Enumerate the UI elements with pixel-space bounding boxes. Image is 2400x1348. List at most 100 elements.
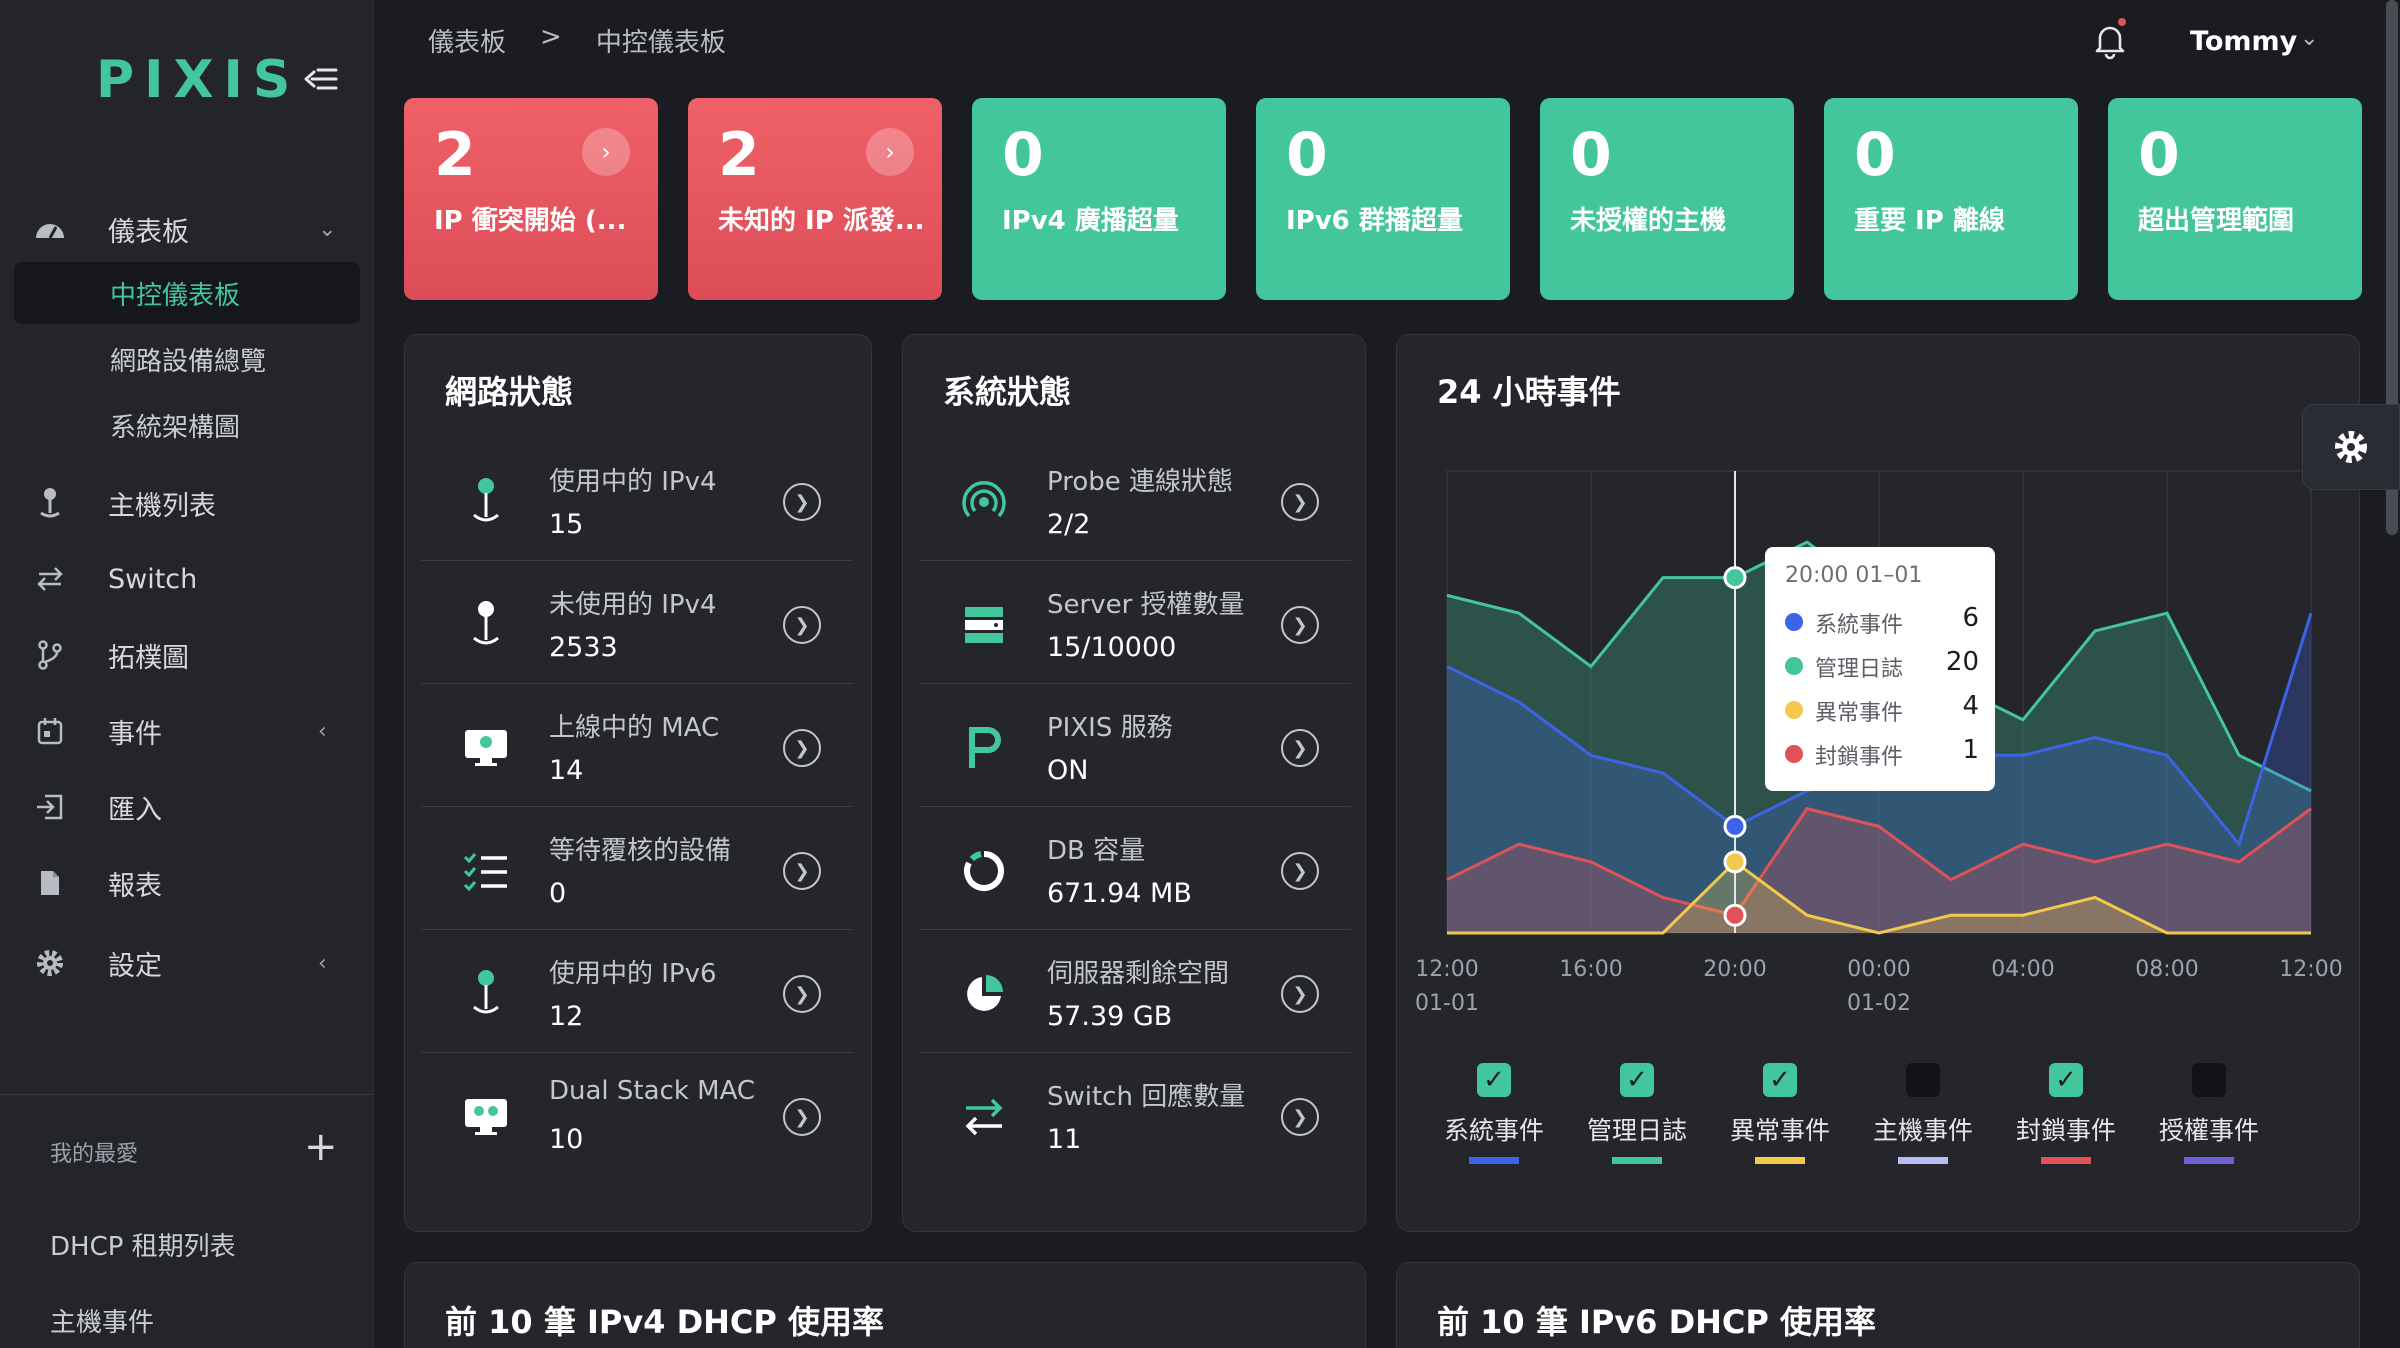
out-of-range-card[interactable]: 0 超出管理範圍 bbox=[2108, 98, 2362, 300]
legend-color-swatch bbox=[2184, 1157, 2234, 1164]
add-favorite-button[interactable]: + bbox=[304, 1124, 338, 1170]
legend-item[interactable]: ✓ 異常事件 bbox=[1715, 1063, 1845, 1173]
legend-checkbox[interactable]: ✓ bbox=[1620, 1063, 1654, 1097]
sidebar-item-hosts[interactable]: 主機列表 bbox=[0, 472, 374, 534]
gear-icon bbox=[34, 947, 66, 979]
chart-tooltip: 20:00 01–01 系統事件 6 管理日誌 20 異常事件 4 封鎖事件 1 bbox=[1765, 547, 1995, 791]
sidebar-subitem-central-dashboard[interactable]: 中控儀表板 bbox=[14, 262, 360, 324]
tooltip-row: 管理日誌 20 bbox=[1785, 647, 1985, 687]
row-label: Server 授權數量 bbox=[1047, 590, 1245, 620]
chevron-right-icon[interactable]: ❯ bbox=[1281, 852, 1319, 890]
chevron-right-icon[interactable]: ❯ bbox=[783, 1098, 821, 1136]
sidebar-item-settings[interactable]: 設定 ‹ bbox=[0, 932, 374, 994]
row-value: 2/2 bbox=[1047, 509, 1091, 540]
row-label: DB 容量 bbox=[1047, 836, 1146, 866]
legend-item[interactable]: ✓ 系統事件 bbox=[1429, 1063, 1559, 1173]
breadcrumb-dashboard[interactable]: 儀表板 bbox=[428, 22, 506, 59]
sidebar-item-events[interactable]: 事件 ‹ bbox=[0, 700, 374, 762]
ipv4-broadcast-card[interactable]: 0 IPv4 廣播超量 bbox=[972, 98, 1226, 300]
chevron-right-icon[interactable]: ❯ bbox=[783, 483, 821, 521]
unauthorized-host-card[interactable]: 0 未授權的主機 bbox=[1540, 98, 1794, 300]
x-tick-date: 01-01 bbox=[1415, 991, 1479, 1016]
system-status-row: Server 授權數量 15/10000 ❯ bbox=[919, 562, 1351, 684]
user-menu[interactable]: Tommy bbox=[2190, 26, 2297, 57]
sidebar-collapse-button[interactable] bbox=[296, 54, 346, 104]
stat-label: IPv6 群播超量 bbox=[1286, 206, 1463, 236]
x-tick-label: 16:00 bbox=[1559, 957, 1622, 982]
network-status-row: 未使用的 IPv4 2533 ❯ bbox=[421, 562, 853, 684]
row-label: Switch 回應數量 bbox=[1047, 1082, 1246, 1112]
hover-point bbox=[1723, 566, 1747, 590]
legend-label: 管理日誌 bbox=[1586, 1116, 1687, 1145]
chevron-right-icon[interactable]: ❯ bbox=[783, 852, 821, 890]
legend-label: 系統事件 bbox=[1443, 1116, 1544, 1145]
legend-checkbox[interactable] bbox=[1906, 1063, 1940, 1097]
legend-item[interactable]: 授權事件 bbox=[2144, 1063, 2274, 1173]
row-label: 使用中的 IPv6 bbox=[549, 959, 717, 989]
tooltip-row: 異常事件 4 bbox=[1785, 691, 1985, 731]
chevron-down-icon[interactable]: ⌄ bbox=[2300, 26, 2318, 51]
favorite-item-host-events[interactable]: 主機事件 bbox=[50, 1302, 154, 1339]
legend-checkbox[interactable]: ✓ bbox=[1477, 1063, 1511, 1097]
sidebar-subitem-network-overview[interactable]: 網路設備總覽 bbox=[14, 328, 360, 390]
legend-checkbox[interactable] bbox=[2192, 1063, 2226, 1097]
legend-checkbox[interactable]: ✓ bbox=[2049, 1063, 2083, 1097]
legend-color-swatch bbox=[1612, 1157, 1662, 1164]
stat-label: IP 衝突開始 (... bbox=[434, 206, 627, 236]
sidebar-item-dashboard[interactable]: 儀表板 ⌄ bbox=[0, 198, 374, 260]
pin-icon bbox=[34, 487, 66, 519]
stat-value: 2 bbox=[434, 120, 476, 190]
row-value: 2533 bbox=[549, 632, 618, 663]
sidebar-item-reports[interactable]: 報表 bbox=[0, 852, 374, 914]
stat-label: 重要 IP 離線 bbox=[1854, 206, 2005, 236]
chevron-right-icon[interactable]: › bbox=[582, 128, 630, 176]
bell-icon[interactable] bbox=[2090, 20, 2130, 60]
monitor-icon bbox=[461, 723, 511, 773]
chevron-down-icon: ⌄ bbox=[318, 216, 337, 242]
sidebar-subitem-architecture[interactable]: 系統架構圖 bbox=[14, 394, 360, 456]
x-tick-label: 00:00 bbox=[1847, 957, 1910, 982]
sidebar-item-topology[interactable]: 拓樸圖 bbox=[0, 624, 374, 686]
chevron-right-icon[interactable]: ❯ bbox=[1281, 606, 1319, 644]
settings-gear-button[interactable] bbox=[2302, 404, 2400, 490]
chevron-right-icon[interactable]: ❯ bbox=[1281, 975, 1319, 1013]
series-dot bbox=[1785, 613, 1803, 631]
chevron-right-icon[interactable]: ❯ bbox=[1281, 1098, 1319, 1136]
database-ring-icon bbox=[959, 846, 1009, 896]
row-value: 10 bbox=[549, 1124, 584, 1155]
chevron-right-icon[interactable]: ❯ bbox=[1281, 483, 1319, 521]
network-status-row: 使用中的 IPv6 12 ❯ bbox=[421, 931, 853, 1053]
breadcrumb-current: 中控儀表板 bbox=[595, 28, 726, 58]
panel-title: 網路狀態 bbox=[445, 373, 574, 411]
sidebar-item-import[interactable]: 匯入 bbox=[0, 776, 374, 838]
stat-label: IPv4 廣播超量 bbox=[1002, 206, 1179, 236]
important-ip-offline-card[interactable]: 0 重要 IP 離線 bbox=[1824, 98, 2078, 300]
legend-item[interactable]: ✓ 封鎖事件 bbox=[2001, 1063, 2131, 1173]
network-status-row: 使用中的 IPv4 15 ❯ bbox=[421, 439, 853, 561]
row-label: 上線中的 MAC bbox=[549, 713, 720, 743]
stat-value: 0 bbox=[1002, 120, 1044, 190]
sidebar-item-switch[interactable]: Switch bbox=[0, 548, 374, 610]
ip-conflict-card[interactable]: 2 IP 衝突開始 (... › bbox=[404, 98, 658, 300]
chevron-right-icon[interactable]: › bbox=[866, 128, 914, 176]
stat-value: 0 bbox=[1570, 120, 1612, 190]
chevron-right-icon[interactable]: ❯ bbox=[783, 975, 821, 1013]
x-tick-label: 04:00 bbox=[1991, 957, 2054, 982]
chevron-right-icon[interactable]: ❯ bbox=[783, 606, 821, 644]
chevron-right-icon[interactable]: ❯ bbox=[1281, 729, 1319, 767]
switch-arrows-icon bbox=[959, 1092, 1009, 1142]
legend-item[interactable]: 主機事件 bbox=[1858, 1063, 1988, 1173]
legend-color-swatch bbox=[1898, 1157, 1948, 1164]
row-value: ON bbox=[1047, 755, 1089, 786]
row-label: 等待覆核的設備 bbox=[549, 836, 732, 866]
row-value: 12 bbox=[549, 1001, 584, 1032]
system-status-row: DB 容量 671.94 MB ❯ bbox=[919, 808, 1351, 930]
legend-checkbox[interactable]: ✓ bbox=[1763, 1063, 1797, 1097]
breadcrumb: 儀表板 > 中控儀表板 bbox=[428, 22, 726, 59]
unknown-ip-dhcp-card[interactable]: 2 未知的 IP 派發... › bbox=[688, 98, 942, 300]
legend-item[interactable]: ✓ 管理日誌 bbox=[1572, 1063, 1702, 1173]
chevron-right-icon[interactable]: ❯ bbox=[783, 729, 821, 767]
favorite-item-dhcp-lease[interactable]: DHCP 租期列表 bbox=[50, 1226, 236, 1263]
ipv6-multicast-card[interactable]: 0 IPv6 群播超量 bbox=[1256, 98, 1510, 300]
stat-label: 未授權的主機 bbox=[1570, 206, 1727, 236]
